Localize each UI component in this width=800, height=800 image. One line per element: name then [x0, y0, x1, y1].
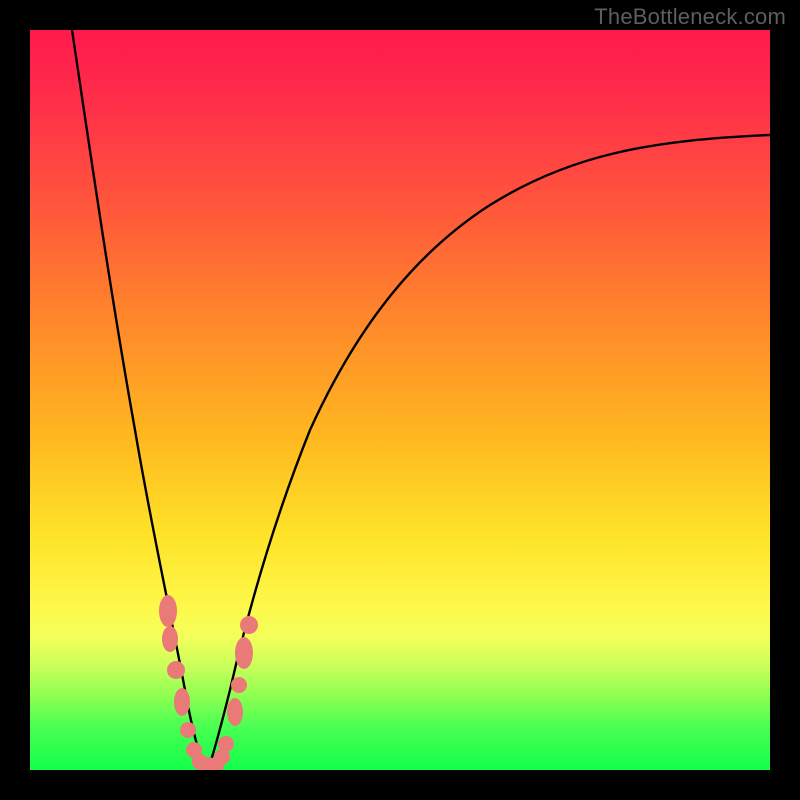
plot-area: [30, 30, 770, 770]
chart-frame: TheBottleneck.com: [0, 0, 800, 800]
attribution-text: TheBottleneck.com: [594, 4, 786, 30]
curve-right-branch: [208, 135, 770, 770]
curve-left-branch: [72, 30, 206, 770]
bottleneck-curve-svg: [30, 30, 770, 770]
gpu-markers: [159, 595, 258, 770]
